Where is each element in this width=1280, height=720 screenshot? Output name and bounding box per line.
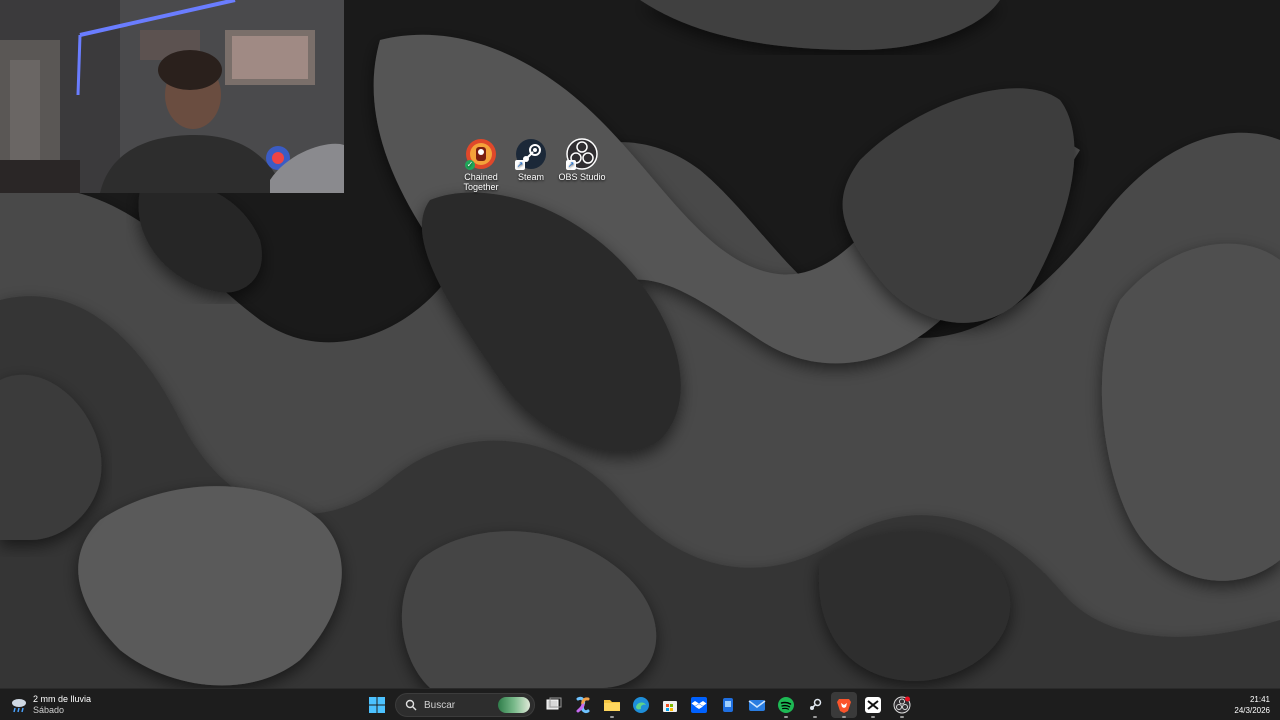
sync-check-icon: ✓ bbox=[465, 160, 475, 170]
search-icon bbox=[405, 699, 417, 711]
desktop-icon-label-line2: Together bbox=[463, 182, 499, 192]
weather-condition: 2 mm de lluvia bbox=[33, 694, 92, 704]
mail-button[interactable] bbox=[744, 692, 770, 718]
desktop-icon-chained-together[interactable]: ✓ Chained Together bbox=[455, 138, 507, 192]
clock-time: 21:41 bbox=[1249, 695, 1270, 704]
steam-taskbar-button[interactable] bbox=[802, 692, 828, 718]
taskbar-apps: Buscar bbox=[362, 692, 916, 718]
desktop-icon-label: OBS Studio bbox=[558, 172, 606, 182]
system-clock[interactable]: 21:41 24/3/2026 bbox=[1234, 694, 1270, 716]
desktop-icon-obs-studio[interactable]: ↗ OBS Studio bbox=[556, 138, 608, 182]
copilot-icon bbox=[576, 696, 589, 714]
desktop-icon-steam[interactable]: ↗ Steam bbox=[505, 138, 557, 182]
windows-logo-icon bbox=[368, 697, 385, 713]
desktop-icon-label-line1: Chained bbox=[464, 172, 498, 182]
obs-studio-icon bbox=[893, 696, 910, 714]
spotify-button[interactable] bbox=[773, 692, 799, 718]
edge-icon bbox=[632, 697, 649, 713]
taskbar-search[interactable]: Buscar bbox=[395, 693, 535, 717]
blue-app-button[interactable] bbox=[715, 692, 741, 718]
desktop-icon-label: Steam bbox=[517, 172, 544, 182]
chained-together-app-icon: ✓ bbox=[465, 138, 497, 170]
edge-button[interactable] bbox=[628, 692, 654, 718]
webcam-feed-image bbox=[0, 0, 344, 193]
rain-cloud-icon bbox=[12, 699, 26, 713]
dropbox-button[interactable] bbox=[686, 692, 712, 718]
folder-icon bbox=[603, 700, 620, 711]
app-icon bbox=[722, 698, 733, 712]
spotify-icon bbox=[777, 697, 794, 713]
steam-icon: ↗ bbox=[515, 138, 547, 170]
start-button[interactable] bbox=[364, 692, 390, 718]
recording-dot-icon bbox=[904, 696, 910, 702]
mail-icon bbox=[748, 700, 765, 711]
webcam-overlay bbox=[0, 0, 344, 193]
obs-studio-icon: ↗ bbox=[566, 138, 598, 170]
shortcut-arrow-icon: ↗ bbox=[566, 160, 576, 170]
search-highlight-image bbox=[498, 697, 530, 713]
steam-icon bbox=[809, 698, 821, 710]
task-view-button[interactable] bbox=[541, 692, 567, 718]
task-view-icon bbox=[546, 697, 561, 710]
weather-widget[interactable]: 2 mm de lluvia Sábado bbox=[10, 693, 91, 717]
file-explorer-button[interactable] bbox=[599, 692, 625, 718]
capcut-button[interactable] bbox=[860, 692, 886, 718]
shortcut-arrow-icon: ↗ bbox=[515, 160, 525, 170]
capcut-icon bbox=[864, 697, 881, 713]
obs-taskbar-button[interactable] bbox=[889, 692, 915, 718]
taskbar: 2 mm de lluvia Sábado Buscar 21:41 24/3/… bbox=[0, 688, 1280, 720]
copilot-button[interactable] bbox=[570, 692, 596, 718]
store-icon bbox=[662, 701, 677, 712]
search-placeholder: Buscar bbox=[424, 699, 456, 711]
store-button[interactable] bbox=[657, 692, 683, 718]
clock-date: 24/3/2026 bbox=[1234, 706, 1270, 715]
brave-icon bbox=[836, 699, 851, 713]
weather-day: Sábado bbox=[33, 705, 65, 715]
dropbox-icon bbox=[690, 697, 707, 713]
brave-button[interactable] bbox=[830, 692, 857, 718]
